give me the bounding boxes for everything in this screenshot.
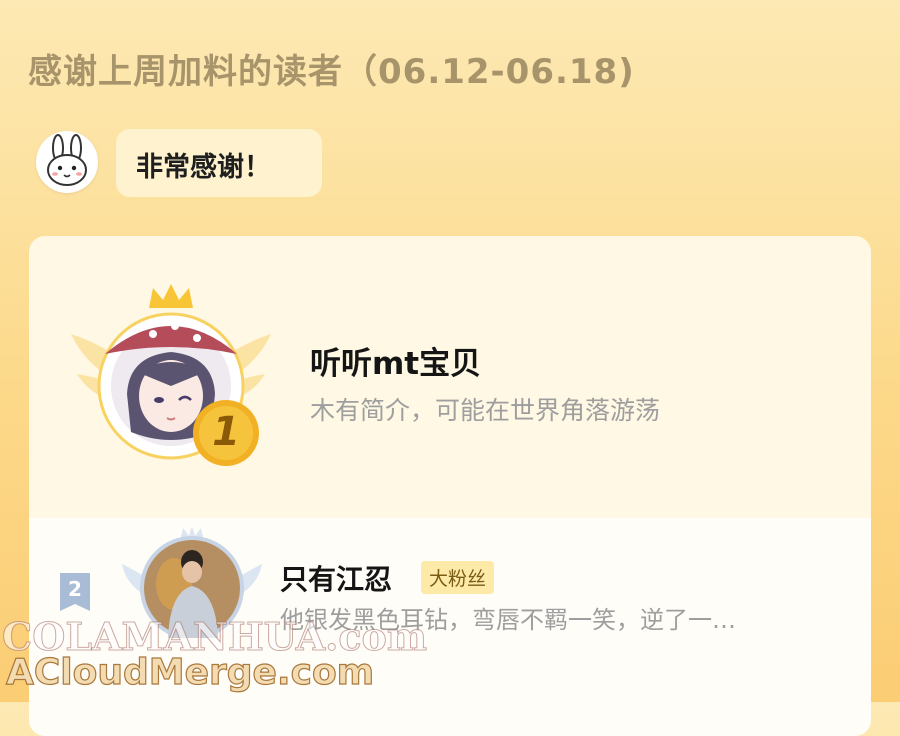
rank-2-username[interactable]: 只有江忍 <box>280 558 392 598</box>
bunny-icon <box>47 134 87 186</box>
fan-level-badge: 大粉丝 <box>421 561 495 594</box>
rank-1-username[interactable]: 听听mt宝贝 <box>310 338 481 383</box>
rank-2-badge: 2 <box>60 573 90 611</box>
rank-1-number: 1 <box>212 409 240 455</box>
page-title: 感谢上周加料的读者（06.12-06.18) <box>28 52 635 92</box>
rank-1-medal: 1 <box>191 398 261 468</box>
thanks-bubble: 非常感谢！ <box>116 129 322 197</box>
rank-1-bio: 木有简介，可能在世界角落游荡 <box>310 396 661 425</box>
bunny-avatar <box>36 131 98 193</box>
rank-2-number: 2 <box>68 577 82 601</box>
thanks-message: 非常感谢！ <box>136 152 271 183</box>
crown-icon <box>149 284 193 308</box>
watermark-acloudmerge: ACloudMerge.com <box>5 651 375 693</box>
